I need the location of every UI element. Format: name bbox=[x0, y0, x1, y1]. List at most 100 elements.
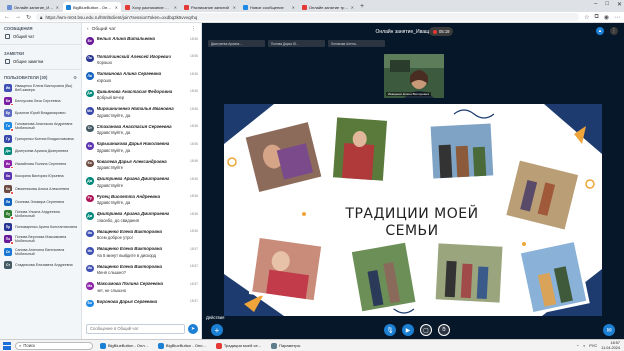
url-field[interactable]: 🔒︎ https://wm-m04.bsu.edu.ru/html5client… bbox=[36, 13, 580, 21]
user-list-item[interactable]: Го Голованова Анастасия Андреевна Мобиль… bbox=[0, 120, 81, 133]
profile-icon[interactable]: ◉ bbox=[604, 14, 609, 21]
reload-icon[interactable]: ↻ bbox=[26, 14, 31, 21]
presenter-webcam[interactable]: Иващенко Елена Викторовна bbox=[384, 54, 444, 98]
connection-status-icon[interactable]: ▴ bbox=[596, 27, 604, 35]
photo-3 bbox=[427, 120, 497, 182]
raise-hand-button[interactable]: ✋︎ bbox=[438, 324, 450, 336]
tab-close-icon[interactable]: ✕ bbox=[351, 5, 354, 10]
avatar: Бо bbox=[86, 299, 94, 307]
message-author: Боронова Дарья Сергеевна bbox=[96, 298, 158, 304]
user-list-item[interactable]: Би Белоусова Лиза Сергеевна bbox=[0, 95, 81, 108]
message-text: Всем доброе утро! bbox=[96, 235, 133, 240]
user-list-item[interactable]: Ко Овчинникова Алиса Алексеевна bbox=[0, 183, 81, 196]
app-icon bbox=[271, 342, 278, 349]
tab-label: Онлайн занятие традиции семьи.pdf bbox=[309, 4, 349, 10]
taskbar-app[interactable]: BigBlueButton - Онл... bbox=[155, 341, 209, 350]
presentation-slide[interactable]: ТРАДИЦИИ МОЕЙ СЕМЬИ bbox=[224, 104, 602, 316]
message-text: Здравствуйте bbox=[96, 182, 124, 188]
new-tab-button[interactable]: + bbox=[360, 2, 364, 12]
url-text: https://wm-m04.bsu.edu.ru/html5client/jo… bbox=[45, 14, 198, 20]
back-icon[interactable]: ← bbox=[4, 14, 10, 20]
taskbar-app[interactable]: Параметры bbox=[268, 341, 303, 350]
volume-icon[interactable]: ◖ bbox=[583, 343, 585, 348]
actions-plus-button[interactable]: + bbox=[211, 324, 223, 336]
chat-message-list[interactable]: Бе Белых Алина Витальевна 18:56 По Потап… bbox=[82, 36, 202, 317]
user-list-item[interactable]: Ли Осипова Эльмира Сергеевна bbox=[0, 195, 81, 208]
tab-close-icon[interactable]: ✕ bbox=[174, 5, 177, 10]
message-author: Карышникова Дарья Николаевна bbox=[96, 141, 170, 146]
chat-message: Дм Дмитриева Ариана Дмитриевна 18:56 Здр… bbox=[82, 176, 202, 194]
forward-icon[interactable]: → bbox=[15, 14, 21, 20]
chat-options-icon[interactable]: ⋮ bbox=[191, 27, 196, 32]
user-list-item[interactable]: Пр Пономаренко Арина Константиновна bbox=[0, 221, 81, 234]
wifi-icon[interactable]: ◔ bbox=[576, 343, 578, 348]
user-list-item[interactable]: Се Сапова Ангелина Евгеньевна Мобильный bbox=[0, 246, 81, 259]
windows-start-icon[interactable] bbox=[3, 341, 11, 350]
chat-toggle-button[interactable]: ✉ bbox=[603, 324, 615, 336]
browser-tab-bar: Онлайн занятие_Иващенко Е.В. ✕ BigBlueBu… bbox=[0, 0, 624, 12]
minimize-icon[interactable]: – bbox=[594, 1, 597, 8]
avatar: Ст bbox=[4, 260, 12, 269]
avatar: Би bbox=[4, 96, 14, 107]
user-list-item[interactable]: Лу Попова Ульяна Андреевна Мобильный bbox=[0, 208, 81, 221]
message-text: Здравствуйте, да bbox=[96, 200, 131, 205]
user-list-item[interactable]: Бр Брахнов Юрий Владимирович bbox=[0, 107, 81, 120]
menu-icon[interactable]: ⋯ bbox=[614, 14, 620, 21]
user-list-item[interactable]: Дм Дмитриева Ариана Дмитриевна bbox=[0, 145, 81, 158]
chat-message-input[interactable] bbox=[86, 323, 185, 334]
language-indicator[interactable]: РУС bbox=[589, 343, 597, 348]
user-name: Исмайлова Полина Сергеевна bbox=[15, 161, 67, 166]
webcam-tile[interactable]: Дмитриева Ариана... bbox=[208, 40, 265, 47]
maximize-icon[interactable]: □ bbox=[605, 1, 609, 8]
clock[interactable]: 18:57 11.04.2024 bbox=[601, 341, 620, 350]
browser-tab[interactable]: Онлайн занятие традиции семьи.pdf ✕ bbox=[299, 2, 357, 12]
send-button[interactable]: ➤ bbox=[188, 323, 198, 334]
message-author: Рупец Виолетта Андреевна bbox=[96, 193, 161, 199]
shared-notes-link[interactable]: Общие заметки bbox=[0, 57, 81, 66]
avatar-initials: Дм bbox=[87, 91, 93, 96]
avatar: Лу bbox=[4, 210, 14, 220]
user-list-item[interactable]: Гр Григоренко Ксения Владиславовна bbox=[0, 132, 81, 145]
avatar-initials: По bbox=[87, 56, 92, 61]
tab-close-icon[interactable]: ✕ bbox=[233, 5, 236, 10]
user-list-item[interactable]: По Попова Вероника Максимовна Мобильный bbox=[0, 233, 81, 246]
browser-tab[interactable]: Онлайн занятие_Иващенко Е.В. ✕ bbox=[4, 2, 62, 12]
tab-favicon-icon bbox=[66, 4, 71, 10]
taskbar-app[interactable]: Традиции моей се... bbox=[213, 341, 264, 350]
user-list-item[interactable]: Ка Кокорина Виктория Юрьевна bbox=[0, 170, 81, 183]
browser-tab[interactable]: Новое сообщение ✕ bbox=[240, 2, 298, 12]
star-icon[interactable]: ☆ bbox=[584, 14, 589, 21]
message-text: Здравствуйте bbox=[96, 165, 124, 170]
photo-8 bbox=[517, 238, 590, 316]
browser-tab[interactable]: BigBlueButton - Онлайн... ✕ bbox=[63, 2, 121, 12]
message-author: Дивьянова Анастасия Федоровна bbox=[96, 88, 173, 94]
user-list-item[interactable]: Ст Стадникова Елизавета Андреевна bbox=[0, 258, 81, 271]
avatar: Иа bbox=[4, 84, 12, 93]
tab-close-icon[interactable]: ✕ bbox=[292, 5, 295, 10]
hide-chat-icon[interactable]: ‹ bbox=[87, 27, 89, 32]
options-menu-icon[interactable]: ⋮ bbox=[610, 27, 618, 35]
public-chat-link[interactable]: Общий чат bbox=[0, 32, 81, 41]
microphone-button[interactable]: 🎙︎ bbox=[384, 324, 396, 336]
recording-indicator[interactable]: 05:19 bbox=[429, 27, 454, 36]
close-icon[interactable]: ✕ bbox=[617, 1, 622, 8]
tab-close-icon[interactable]: ✕ bbox=[56, 5, 59, 10]
extensions-icon[interactable]: ⧉ bbox=[594, 14, 598, 21]
webcam-tile[interactable]: Лютикова Алена... bbox=[328, 40, 385, 47]
user-name: Кокорина Виктория Юрьевна bbox=[15, 174, 64, 179]
avatar-initials: Гр bbox=[6, 136, 10, 141]
webcam-button[interactable]: ▶ bbox=[402, 324, 414, 336]
settings-gear-icon[interactable]: ⚙ bbox=[73, 75, 77, 80]
screenshare-button[interactable]: ▢ bbox=[420, 324, 432, 336]
avatar-initials: Ст bbox=[5, 262, 11, 267]
user-list-item[interactable]: Иа Иващенко Елена Викторовна (Вы) Веб-ка… bbox=[0, 82, 81, 95]
avatar-initials: Дм bbox=[87, 213, 93, 218]
taskbar-search[interactable]: ⌕ Поиск bbox=[15, 341, 93, 350]
browser-tab[interactable]: Расписание занятий ✕ bbox=[181, 2, 239, 12]
taskbar-app[interactable]: BigBlueButton - Онл... bbox=[97, 341, 151, 350]
tab-close-icon[interactable]: ✕ bbox=[115, 5, 118, 10]
user-list-item[interactable]: Ис Исмайлова Полина Сергеевна bbox=[0, 158, 81, 171]
browser-tab[interactable]: Хочу расписание — Яндекс ... ✕ bbox=[122, 2, 180, 12]
webcam-tile[interactable]: Попова Дарья Ю... bbox=[268, 40, 325, 47]
photo-2 bbox=[329, 114, 391, 184]
